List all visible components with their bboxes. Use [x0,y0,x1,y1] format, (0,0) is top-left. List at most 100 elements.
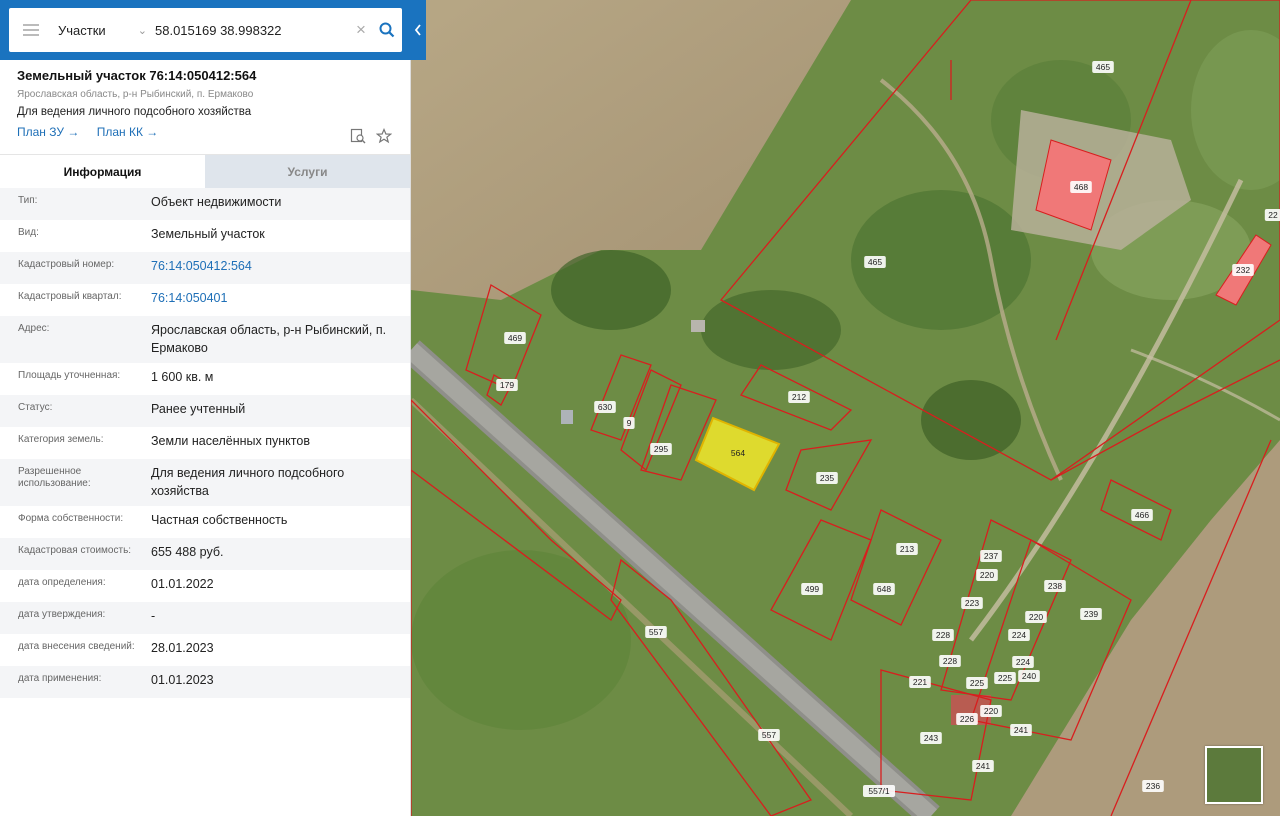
parcel-label[interactable]: 468 [1070,181,1092,193]
parcel-label[interactable]: 236 [1142,780,1164,792]
info-row: Тип: Объект недвижимости [0,188,410,220]
parcel-number: 232 [1236,265,1250,275]
parcel-label[interactable]: 557 [758,729,780,741]
parcel-number: 224 [1016,657,1030,667]
parcel-label[interactable]: 224 [1008,629,1030,641]
info-row-label: Вид: [18,227,39,238]
parcel-number: 241 [976,761,990,771]
info-row-label: Разрешенное использование: [18,466,91,489]
search-icon [379,22,395,38]
parcel-number: 220 [980,570,994,580]
hamburger-icon [23,29,39,31]
parcel-number: 465 [1096,62,1110,72]
parcel-label[interactable]: 232 [1232,264,1254,276]
info-panel: Земельный участок 76:14:050412:564 Яросл… [0,60,411,816]
parcel-label[interactable]: 212 [788,391,810,403]
parcel-label[interactable]: 226 [956,713,978,725]
info-row-link[interactable]: 76:14:050401 [151,284,410,313]
info-row-value: Частная собственность [151,513,288,527]
parcel-number: 223 [965,598,979,608]
object-address: Ярославская область, р-н Рыбинский, п. Е… [17,89,254,100]
info-row: Категория земель: Земли населённых пункто… [0,427,410,459]
clear-icon[interactable]: × [350,20,372,40]
parcel-number: 22 [1268,210,1278,220]
parcel-number: 225 [970,678,984,688]
object-header: Земельный участок 76:14:050412:564 Яросл… [0,60,410,154]
parcel-label[interactable]: 466 [1131,509,1153,521]
menu-button[interactable] [9,8,53,52]
info-row: Кадастровая стоимость: 655 488 руб. [0,538,410,570]
search-button[interactable] [372,8,402,52]
parcel-label[interactable]: 228 [932,629,954,641]
parcel-label[interactable]: 225 [966,677,988,689]
info-table: Тип: Объект недвижимости Вид: Земельный уча… [0,188,410,698]
parcel-label[interactable]: 220 [1025,611,1047,623]
parcel-label[interactable]: 240 [1018,670,1040,682]
parcel-label[interactable]: 228 [939,655,961,667]
parcel-label[interactable]: 224 [1012,656,1034,668]
parcel-number: 212 [792,392,806,402]
parcel-label[interactable]: 9 [623,417,635,429]
parcel-label[interactable]: 243 [920,732,942,744]
info-row-link[interactable]: 76:14:050412:564 [151,252,410,281]
tab-information[interactable]: Информация [0,155,205,188]
parcel-label[interactable]: 22 [1264,209,1280,221]
search-input[interactable] [153,22,350,38]
parcel-number: 557 [649,627,663,637]
info-row: дата внесения сведений: 28.01.2023 [0,634,410,666]
parcel-label[interactable]: 237 [980,550,1002,562]
parcel-label[interactable]: 241 [1010,724,1032,736]
parcel-label[interactable]: 630 [594,401,616,413]
parcel-label[interactable]: 221 [909,676,931,688]
parcel-label[interactable]: 220 [980,705,1002,717]
info-row-label: Статус: [18,402,53,413]
parcel-label[interactable]: 220 [976,569,998,581]
info-row-value: 01.01.2023 [151,673,214,687]
plan-zu-link[interactable]: План ЗУ → [17,125,79,139]
parcel-label[interactable]: 557 [645,626,667,638]
info-row-value: Ярославская область, р-н Рыбинский, п. Е… [151,323,387,355]
info-row: дата определения: 01.01.2022 [0,570,410,602]
parcel-number: 239 [1084,609,1098,619]
parcel-label[interactable]: 465 [1092,61,1114,73]
plan-kk-link[interactable]: План КК → [97,125,159,139]
cadastral-map[interactable]: 465 465 468 232 22 469 179 630 9 295 564 212 235 466 2… [411,0,1280,816]
parcel-label[interactable]: 469 [504,332,526,344]
parcel-label[interactable]: 225 [994,672,1016,684]
parcel-number: 557 [762,730,776,740]
layer-select[interactable]: Участки ⌄ [53,23,153,38]
info-row-label: Адрес: [18,323,50,334]
parcel-label[interactable]: 564 [727,447,749,459]
info-row-value: 655 488 руб. [151,545,224,559]
object-use: Для ведения личного подсобного хозяйства [17,106,252,118]
parcel-label[interactable]: 213 [896,543,918,555]
parcel-label[interactable]: 648 [873,583,895,595]
find-on-map-icon[interactable] [350,128,366,144]
star-icon[interactable] [376,128,392,144]
parcel-label[interactable]: 465 [864,256,886,268]
parcel-label[interactable]: 223 [961,597,983,609]
collapse-panel-button[interactable] [410,20,426,40]
parcel-number: 630 [598,402,612,412]
tab-services[interactable]: Услуги [205,155,410,188]
parcel-label[interactable]: 295 [650,443,672,455]
parcel-number: 243 [924,733,938,743]
parcel-number: 220 [1029,612,1043,622]
search-bar: Участки ⌄ × [0,0,426,60]
parcel-label[interactable]: 238 [1044,580,1066,592]
parcel-label[interactable]: 241 [972,760,994,772]
parcel-number: 564 [731,448,745,458]
parcel-label[interactable]: 499 [801,583,823,595]
info-row-value: - [151,609,156,623]
parcel-number: 228 [943,656,957,666]
info-row: дата применения: 01.01.2023 [0,666,410,698]
header-actions [350,128,392,144]
plan-links: План ЗУ → План КК → [17,125,394,139]
parcel-number: 237 [984,551,998,561]
parcel-number: 225 [998,673,1012,683]
parcel-label[interactable]: 235 [816,472,838,484]
parcel-label[interactable]: 239 [1080,608,1102,620]
parcel-label[interactable]: 557/1 [863,785,895,797]
parcel-label[interactable]: 179 [496,379,518,391]
basemap-switcher-thumbnail[interactable] [1205,746,1263,804]
